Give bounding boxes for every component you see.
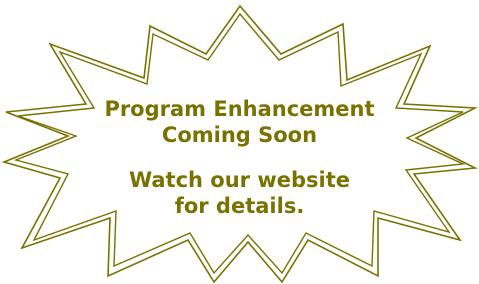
subtext-line-2: for details. bbox=[174, 194, 305, 218]
subtext-line-1: Watch our website bbox=[128, 168, 351, 192]
headline-line-1: Program Enhancement bbox=[104, 97, 375, 121]
headline-line-2: Coming Soon bbox=[161, 123, 318, 147]
